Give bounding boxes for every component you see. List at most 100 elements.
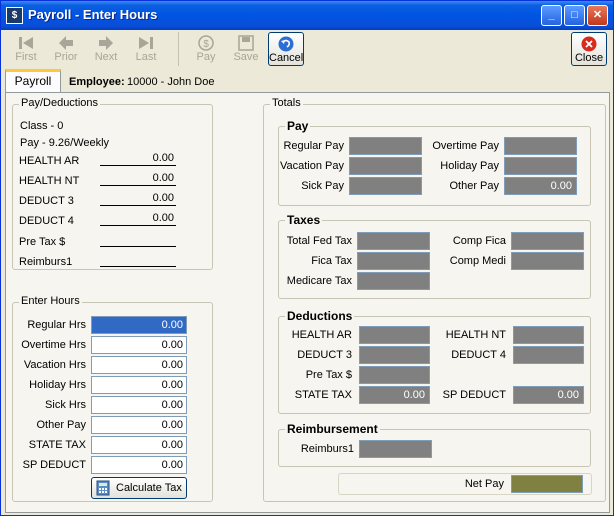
deduction-value: 0.00 <box>100 212 176 226</box>
comp-medi-value <box>511 252 584 270</box>
undo-icon <box>278 36 294 52</box>
pretax-label: Pre Tax $ <box>305 369 352 381</box>
sp-deduct-input[interactable]: 0.00 <box>91 456 187 474</box>
deduction-value: 0.00 <box>100 152 176 166</box>
pay-deductions-group: Pay/Deductions Class - 0 Pay - 9.26/Week… <box>12 97 213 270</box>
taxes-group: Taxes Total Fed Tax Fica Tax Medicare Ta… <box>278 213 591 299</box>
hours-label: Overtime Hrs <box>21 339 86 351</box>
next-button[interactable]: Next <box>88 32 124 66</box>
fed-tax-label: Total Fed Tax <box>286 235 352 247</box>
hours-label: STATE TAX <box>28 439 86 451</box>
net-pay-box: Net Pay <box>338 473 592 495</box>
svg-text:$: $ <box>203 39 209 50</box>
net-pay-value <box>511 475 583 493</box>
class-text: Class - 0 <box>20 120 64 132</box>
comp-medi-label: Comp Medi <box>449 255 506 267</box>
reimbursement-group: Reimbursement Reimburs1 <box>278 422 591 467</box>
sick-hrs-input[interactable]: 0.00 <box>91 396 187 414</box>
vacation-pay-label: Vacation Pay <box>279 160 344 172</box>
vacation-hrs-input[interactable]: 0.00 <box>91 356 187 374</box>
comp-fica-value <box>511 232 584 250</box>
save-label: Save <box>233 51 259 63</box>
hours-label: Sick Hrs <box>45 399 86 411</box>
deduction-value <box>100 253 176 267</box>
enter-hours-group: Enter Hours Regular Hrs 0.00 Overtime Hr… <box>12 295 213 502</box>
window-title: Payroll - Enter Hours <box>28 7 158 22</box>
holiday-hrs-input[interactable]: 0.00 <box>91 376 187 394</box>
payroll-tab-panel: Pay/Deductions Class - 0 Pay - 9.26/Week… <box>5 92 610 513</box>
sick-pay-value <box>349 177 422 195</box>
deduct3-label: DEDUCT 3 <box>297 349 352 361</box>
other-pay-input[interactable]: 0.00 <box>91 416 187 434</box>
calculate-tax-button[interactable]: Calculate Tax <box>91 477 187 499</box>
hours-label: Regular Hrs <box>27 319 86 331</box>
pay-rate-text: Pay - 9.26/Weekly <box>20 137 110 149</box>
save-button[interactable]: Save <box>228 32 264 66</box>
hours-label: Holiday Hrs <box>29 379 86 391</box>
deduction-value: 0.00 <box>100 192 176 206</box>
deduction-label: DEDUCT 3 <box>19 195 74 207</box>
health-nt-value <box>513 326 584 344</box>
prior-button[interactable]: Prior <box>48 32 84 66</box>
cancel-button[interactable]: Cancel <box>268 32 304 66</box>
arrow-left-icon <box>59 36 73 50</box>
calculator-icon <box>96 480 110 496</box>
other-pay-label: Other Pay <box>449 180 499 192</box>
totals-group: Totals Pay Regular Pay Vacation Pay Sick… <box>263 97 606 502</box>
health-ar-label: HEALTH AR <box>291 329 352 341</box>
holiday-pay-value <box>504 157 577 175</box>
state-tax-label: STATE TAX <box>294 389 352 401</box>
cancel-label: Cancel <box>269 52 304 64</box>
close-label: Close <box>574 52 604 64</box>
last-label: Last <box>135 51 157 63</box>
state-tax-input[interactable]: 0.00 <box>91 436 187 454</box>
reimbursement-title: Reimbursement <box>285 422 380 436</box>
pay-deductions-title: Pay/Deductions <box>19 97 101 109</box>
overtime-pay-label: Overtime Pay <box>432 140 499 152</box>
next-label: Next <box>94 51 118 63</box>
deductions-group: Deductions HEALTH AR DEDUCT 3 Pre Tax $ … <box>278 309 591 414</box>
taxes-title: Taxes <box>285 213 323 227</box>
holiday-pay-label: Holiday Pay <box>440 160 499 172</box>
prior-label: Prior <box>54 51 78 63</box>
tab-payroll[interactable]: Payroll <box>5 69 61 93</box>
employee-label: Employee: <box>69 76 125 88</box>
health-nt-label: HEALTH NT <box>445 329 506 341</box>
deduct4-value <box>513 346 584 364</box>
reimburs1-label: Reimburs1 <box>300 443 354 455</box>
overtime-pay-value <box>504 137 577 155</box>
employee-value: 10000 - John Doe <box>127 76 215 88</box>
payroll-window: $ Payroll - Enter Hours _ □ ✕ First Prio… <box>0 0 614 516</box>
totals-title: Totals <box>270 97 303 109</box>
medicare-tax-value <box>357 272 430 290</box>
toolbar-separator <box>178 32 179 66</box>
calculate-tax-label: Calculate Tax <box>116 482 182 494</box>
pretax-value <box>359 366 430 384</box>
deduct4-label: DEDUCT 4 <box>451 349 506 361</box>
comp-fica-label: Comp Fica <box>452 235 506 247</box>
last-icon <box>139 37 153 49</box>
hours-label: Other Pay <box>36 419 86 431</box>
pay-button[interactable]: $ Pay <box>188 32 224 66</box>
coin-icon: $ <box>198 35 214 51</box>
health-ar-value <box>359 326 430 344</box>
close-button[interactable]: Close <box>571 32 607 66</box>
close-window-button[interactable]: ✕ <box>587 5 608 26</box>
other-pay-value: 0.00 <box>504 177 577 195</box>
regular-hrs-input[interactable]: 0.00 <box>91 316 187 334</box>
hours-label: Vacation Hrs <box>23 359 86 371</box>
maximize-button[interactable]: □ <box>564 5 585 26</box>
pay-group: Pay Regular Pay Vacation Pay Sick Pay Ov… <box>278 119 591 206</box>
vacation-pay-value <box>349 157 422 175</box>
net-pay-label: Net Pay <box>464 478 504 490</box>
state-tax-value: 0.00 <box>359 386 430 404</box>
pay-title: Pay <box>285 119 311 133</box>
fica-tax-label: Fica Tax <box>311 255 352 267</box>
overtime-hrs-input[interactable]: 0.00 <box>91 336 187 354</box>
app-icon: $ <box>6 7 23 24</box>
first-button[interactable]: First <box>8 32 44 66</box>
close-icon <box>581 36 597 52</box>
last-button[interactable]: Last <box>128 32 164 66</box>
minimize-button[interactable]: _ <box>541 5 562 26</box>
title-bar[interactable]: $ Payroll - Enter Hours _ □ ✕ <box>1 1 613 30</box>
